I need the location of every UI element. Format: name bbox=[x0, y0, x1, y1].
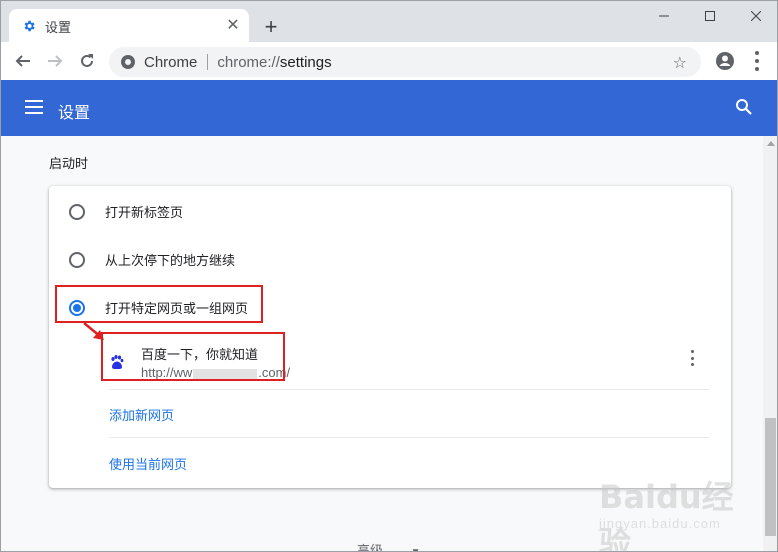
reload-icon[interactable] bbox=[75, 49, 99, 73]
page-title: 设置 bbox=[58, 105, 91, 122]
scrollbar-thumb[interactable] bbox=[765, 418, 776, 536]
star-icon[interactable]: ☆ bbox=[673, 53, 687, 73]
forward-arrow-icon[interactable] bbox=[43, 49, 67, 73]
chevron-down-icon: ▼ bbox=[411, 547, 421, 551]
close-icon[interactable]: ✕ bbox=[225, 18, 241, 34]
minimize-icon[interactable] bbox=[641, 5, 687, 27]
radio-label: 打开新标签页 bbox=[105, 205, 184, 220]
scroll-up-arrow-icon[interactable] bbox=[767, 141, 775, 146]
plus-icon[interactable]: + bbox=[259, 15, 283, 39]
watermark-brand: Baidu经验 bbox=[599, 478, 734, 552]
omnibox-divider bbox=[207, 54, 209, 70]
add-page-link[interactable]: 添加新网页 bbox=[109, 405, 174, 424]
radio-option-new-tab[interactable]: 打开新标签页 bbox=[69, 202, 183, 221]
radio-label: 从上次停下的地方继续 bbox=[105, 253, 236, 268]
divider bbox=[109, 389, 709, 390]
highlight-box-option bbox=[55, 285, 263, 323]
tab-settings[interactable]: 设置 ✕ bbox=[9, 9, 249, 43]
use-current-pages-link[interactable]: 使用当前网页 bbox=[109, 454, 187, 473]
settings-header: 设置 bbox=[0, 80, 778, 136]
url-text: chrome://settings bbox=[217, 54, 331, 71]
settings-content: 启动时 打开新标签页 从上次停下的地方继续 打开特定网页或一组网页 百度一下，你… bbox=[0, 136, 778, 552]
browser-toolbar: Chrome chrome://settings ☆ bbox=[0, 42, 778, 80]
profile-icon[interactable] bbox=[714, 50, 736, 72]
radio-button[interactable] bbox=[69, 251, 85, 268]
divider bbox=[109, 437, 709, 438]
settings-gear-icon bbox=[21, 18, 37, 34]
highlight-box-page bbox=[101, 332, 285, 381]
watermark-url: jingyan.baidu.com bbox=[599, 516, 721, 531]
advanced-toggle[interactable]: 高级 ▼ bbox=[357, 540, 421, 552]
more-vert-icon[interactable] bbox=[749, 51, 765, 71]
back-arrow-icon[interactable] bbox=[11, 49, 35, 73]
tab-strip: 设置 ✕ + bbox=[0, 0, 778, 43]
hamburger-icon[interactable] bbox=[25, 100, 43, 114]
radio-button[interactable] bbox=[69, 203, 85, 220]
address-bar[interactable]: Chrome chrome://settings ☆ bbox=[109, 47, 701, 77]
more-vert-icon[interactable] bbox=[689, 350, 695, 366]
radio-option-continue[interactable]: 从上次停下的地方继续 bbox=[69, 250, 235, 269]
scrollbar[interactable] bbox=[763, 136, 777, 551]
chrome-site-icon bbox=[121, 55, 135, 69]
site-chip: Chrome bbox=[144, 53, 198, 71]
startup-card: 打开新标签页 从上次停下的地方继续 打开特定网页或一组网页 百度一下，你就知道 … bbox=[49, 186, 731, 488]
search-icon[interactable] bbox=[735, 98, 755, 118]
tab-title: 设置 bbox=[45, 19, 72, 35]
url-path: settings bbox=[279, 53, 332, 71]
baidu-watermark: Baidu经验 jingyan.baidu.com bbox=[595, 472, 745, 552]
url-scheme: chrome:// bbox=[217, 53, 280, 71]
maximize-icon[interactable] bbox=[687, 5, 733, 27]
advanced-label: 高级 bbox=[357, 543, 384, 552]
section-title-startup: 启动时 bbox=[49, 156, 89, 171]
close-window-icon[interactable] bbox=[733, 5, 778, 27]
